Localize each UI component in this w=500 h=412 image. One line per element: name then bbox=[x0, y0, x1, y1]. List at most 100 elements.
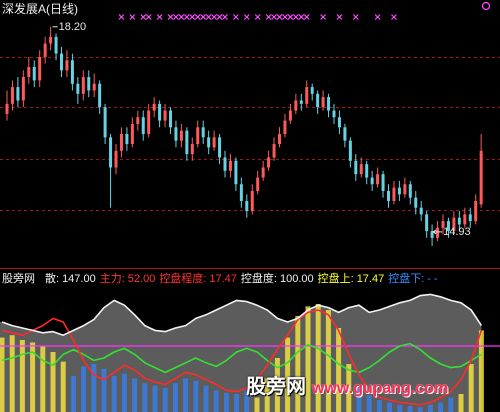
candle-body bbox=[32, 67, 36, 81]
candle-body bbox=[387, 190, 390, 201]
candle-body bbox=[256, 177, 260, 191]
candle-body bbox=[65, 60, 69, 71]
candle-body bbox=[305, 87, 309, 104]
candle-body bbox=[250, 190, 254, 212]
signal-marker bbox=[216, 14, 223, 20]
signal-marker bbox=[271, 14, 277, 20]
signal-marker bbox=[303, 14, 310, 20]
bar-kongpan-lower bbox=[111, 376, 117, 412]
signal-marker bbox=[282, 14, 288, 20]
candle-body bbox=[98, 83, 102, 108]
bar-kongpan-lower bbox=[387, 402, 393, 412]
candle-body bbox=[239, 184, 243, 201]
candle-body bbox=[10, 87, 14, 104]
candle-body bbox=[321, 97, 325, 108]
bar-kongpan-lower bbox=[438, 402, 444, 412]
candle-body bbox=[136, 117, 140, 124]
candle-body bbox=[272, 144, 276, 158]
candle-body bbox=[5, 103, 9, 114]
candle-body bbox=[403, 184, 407, 195]
candle-body bbox=[109, 137, 113, 168]
signal-marker bbox=[167, 14, 174, 20]
candle-body bbox=[70, 60, 74, 84]
candle-body bbox=[147, 110, 151, 134]
bar-kongpan-lower bbox=[70, 376, 76, 412]
candle-body bbox=[54, 36, 58, 54]
candle-body bbox=[348, 140, 352, 161]
legend-value: - - bbox=[427, 273, 438, 285]
candle-body bbox=[190, 144, 194, 155]
candle-body bbox=[185, 130, 189, 155]
bar-kongpan-lower bbox=[142, 383, 148, 412]
legend-label: 控盘度: bbox=[240, 273, 277, 285]
signal-marker bbox=[254, 14, 261, 20]
candle-body bbox=[419, 207, 423, 215]
candle-body bbox=[87, 77, 91, 91]
watermark-logo-text: 股旁网 bbox=[246, 376, 306, 398]
signal-marker bbox=[156, 14, 163, 20]
min-price-label: 14.93 bbox=[443, 225, 471, 238]
signal-marker bbox=[129, 14, 136, 20]
bar-kongpan-lower bbox=[121, 373, 127, 412]
bar-kongpan-lower bbox=[417, 407, 423, 412]
signal-marker bbox=[276, 14, 283, 20]
candle-body bbox=[141, 117, 145, 134]
candle-body bbox=[381, 174, 385, 191]
candle-body bbox=[16, 87, 20, 101]
stock-chart-window: 深发展A(日线) 18.20 14.93 股旁网 散: 147.00 主力: 52.… bbox=[0, 0, 500, 412]
signal-marker bbox=[320, 14, 327, 20]
chart-canvas bbox=[0, 14, 500, 412]
candle-body bbox=[294, 100, 298, 111]
candle-body bbox=[457, 217, 461, 225]
candle-body bbox=[201, 127, 205, 138]
candle-body bbox=[81, 77, 85, 94]
legend-item-kongpan-chengdu: 控盘程度: 17.47 bbox=[159, 272, 237, 286]
signal-marker bbox=[145, 14, 152, 20]
bar-kongpan-lower bbox=[376, 400, 382, 412]
candle-body bbox=[223, 157, 227, 171]
signal-marker bbox=[287, 14, 294, 20]
bar-kongpan-lower bbox=[172, 383, 178, 412]
candle-body bbox=[463, 214, 467, 225]
candle-body bbox=[245, 201, 249, 212]
candle-body bbox=[474, 201, 478, 222]
candle-body bbox=[158, 103, 162, 121]
candle-body bbox=[174, 127, 178, 141]
signal-marker bbox=[243, 14, 250, 20]
bar-kongpan-lower bbox=[81, 366, 87, 412]
candle-body bbox=[114, 150, 118, 168]
bar-kongpan-upper bbox=[9, 335, 15, 412]
bar-kongpan-lower bbox=[448, 397, 454, 412]
candle-body bbox=[310, 87, 314, 94]
bar-kongpan-lower bbox=[427, 404, 433, 412]
bar-kongpan-lower bbox=[223, 392, 229, 412]
bar-kongpan-lower bbox=[101, 368, 107, 412]
candle-body bbox=[425, 214, 429, 232]
bar-kongpan-lower bbox=[397, 404, 403, 412]
candle-body bbox=[92, 83, 96, 91]
bar-kongpan-upper bbox=[458, 394, 464, 412]
candle-body bbox=[479, 150, 483, 205]
legend-item-kongpandu: 控盘度: 100.00 bbox=[241, 272, 314, 286]
candle-body bbox=[299, 100, 303, 104]
bar-kongpan-upper bbox=[336, 328, 342, 412]
legend-label: 散: bbox=[45, 273, 60, 285]
bar-kongpan-upper bbox=[0, 337, 5, 412]
bar-kongpan-lower bbox=[203, 385, 209, 412]
candle-body bbox=[288, 110, 292, 121]
candle-body bbox=[376, 174, 380, 185]
legend-item-san: 散: 147.00 bbox=[45, 272, 96, 286]
signal-marker bbox=[336, 14, 343, 20]
legend-value: 147.00 bbox=[62, 273, 96, 285]
signal-marker bbox=[140, 14, 147, 20]
signal-marker bbox=[211, 14, 218, 20]
candle-body bbox=[218, 137, 222, 158]
status-circle-icon bbox=[481, 1, 491, 11]
signal-marker bbox=[173, 14, 179, 20]
legend-item-kongpan-upper: 控盘上: 17.47 bbox=[318, 272, 385, 286]
candle-body bbox=[359, 164, 363, 175]
signal-marker bbox=[189, 14, 196, 20]
signal-marker bbox=[391, 14, 397, 20]
candle-body bbox=[21, 77, 25, 101]
candle-body bbox=[261, 167, 265, 178]
